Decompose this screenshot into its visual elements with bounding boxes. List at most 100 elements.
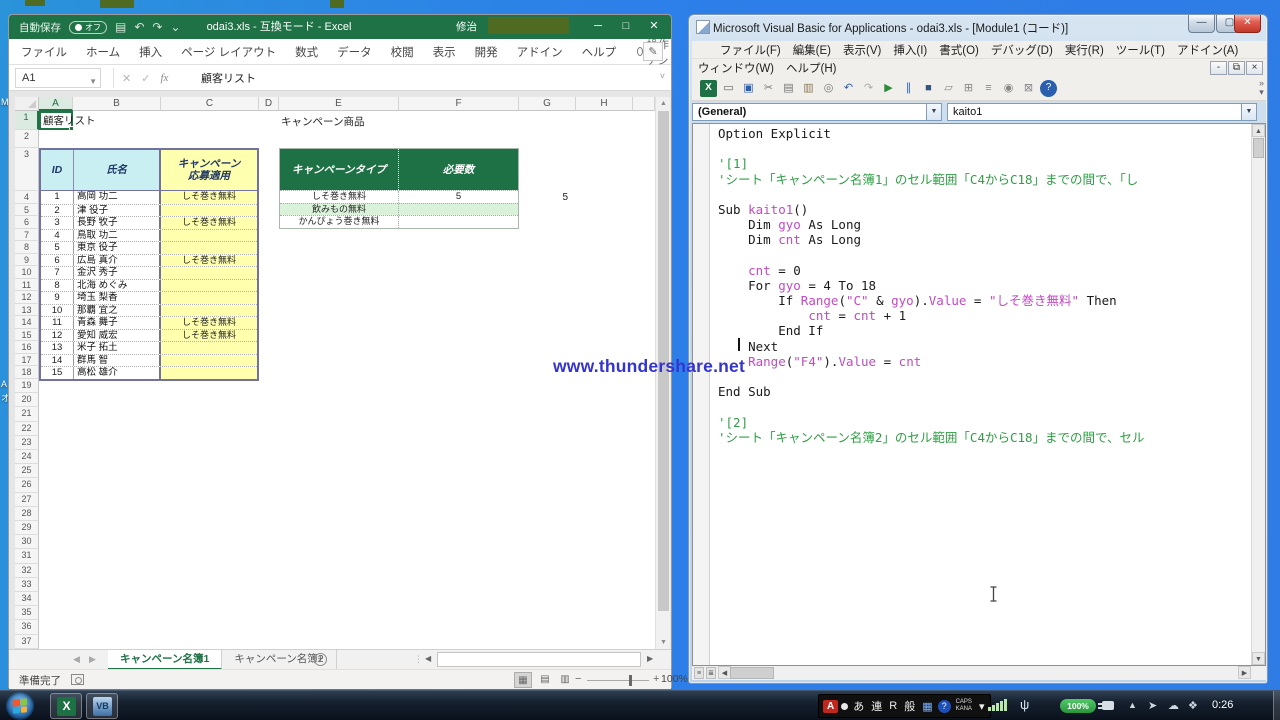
tray-expand-icon[interactable]: ▲: [1128, 700, 1137, 710]
ime-mode-1[interactable]: あ: [851, 697, 866, 715]
chevron-down-icon[interactable]: ▼: [1241, 104, 1256, 120]
cell-id[interactable]: 14: [41, 355, 74, 367]
row-header-3[interactable]: 3: [15, 148, 39, 191]
code-margin[interactable]: [693, 124, 710, 665]
ime-mode-3[interactable]: R: [887, 699, 899, 713]
add-sheet-icon[interactable]: +: [314, 653, 327, 666]
cell-name[interactable]: 東京 役子: [74, 242, 161, 254]
page-break-view-icon[interactable]: ▥: [556, 672, 574, 688]
cell-required-count[interactable]: [399, 204, 518, 216]
code-line[interactable]: 'シート「キャンペーン名簿2」のセル範囲「C4からC18」までの間で、セル: [718, 430, 1254, 445]
select-all-corner[interactable]: [15, 97, 39, 111]
battery-indicator[interactable]: 100%: [1060, 699, 1096, 713]
code-line[interactable]: [718, 369, 1254, 384]
zoom-out-icon[interactable]: −: [575, 673, 581, 685]
header-campaign-type[interactable]: キャンペーンタイプ: [280, 149, 399, 190]
cell-e1-label[interactable]: キャンペーン商品: [281, 114, 364, 129]
cell-id[interactable]: 4: [41, 230, 74, 242]
tray-pointer-icon[interactable]: ➤: [1148, 699, 1157, 712]
ime-help-icon[interactable]: ?: [938, 700, 951, 713]
cell-id[interactable]: 2: [41, 205, 74, 217]
cell-campaign[interactable]: [161, 230, 257, 242]
code-line[interactable]: Option Explicit: [718, 126, 1254, 141]
cell-campaign[interactable]: [161, 267, 257, 279]
chevron-down-icon[interactable]: ▼: [926, 104, 941, 120]
menu-item-1[interactable]: ファイル(F): [720, 42, 781, 58]
ribbon-tab-5[interactable]: 数式: [295, 44, 318, 60]
code-line[interactable]: [718, 248, 1254, 263]
cell-campaign[interactable]: しそ巻き無料: [161, 255, 257, 267]
row-header-33[interactable]: 33: [15, 578, 39, 592]
column-header-H[interactable]: H: [576, 97, 633, 111]
scroll-up-icon[interactable]: ▲: [656, 97, 671, 110]
row-header-29[interactable]: 29: [15, 521, 39, 535]
cell-campaign-type[interactable]: 飲みもの無料: [280, 204, 399, 216]
scroll-down-icon[interactable]: ▼: [656, 636, 671, 649]
mdi-close-icon[interactable]: ×: [1246, 61, 1263, 75]
row-header-36[interactable]: 36: [15, 620, 39, 634]
hscroll-thumb[interactable]: [437, 652, 641, 667]
cell-campaign[interactable]: [161, 355, 257, 367]
save-icon[interactable]: ▤: [115, 20, 126, 34]
cell-id[interactable]: 9: [41, 292, 74, 304]
taskbar-item-vba[interactable]: VB: [86, 693, 118, 719]
row-header-23[interactable]: 23: [15, 436, 39, 450]
code-line[interactable]: [718, 187, 1254, 202]
cell-id[interactable]: 13: [41, 342, 74, 354]
insert-function-icon[interactable]: fx: [160, 72, 168, 84]
column-header-A[interactable]: A: [39, 97, 73, 111]
zoom-in-icon[interactable]: +: [653, 673, 659, 685]
cell-id[interactable]: 8: [41, 280, 74, 292]
selected-cell-a1[interactable]: 顧客リスト: [39, 111, 73, 130]
taskbar-clock[interactable]: 0:26: [1212, 699, 1233, 711]
cell-campaign[interactable]: [161, 342, 257, 354]
enter-icon[interactable]: ✓: [141, 72, 150, 85]
cell-id[interactable]: 15: [41, 367, 74, 379]
vba-find-icon[interactable]: ◎: [820, 80, 837, 97]
signal-strength-icon[interactable]: [988, 699, 1007, 711]
row-header-11[interactable]: 11: [15, 279, 39, 292]
row-header-20[interactable]: 20: [15, 393, 39, 407]
ime-mode-4[interactable]: 般: [902, 697, 917, 715]
hscroll-right-icon[interactable]: ▶: [647, 654, 653, 663]
cell-name[interactable]: 高松 雄介: [74, 367, 161, 379]
row-header-2[interactable]: 2: [15, 130, 39, 148]
ime-app-icon[interactable]: A: [823, 700, 838, 713]
scrollbar-thumb[interactable]: [730, 667, 774, 679]
cancel-icon[interactable]: ✕: [122, 72, 131, 85]
header-id[interactable]: ID: [41, 150, 74, 190]
row-header-17[interactable]: 17: [15, 354, 39, 367]
menu-item-2[interactable]: 編集(E): [793, 42, 831, 58]
cell-name[interactable]: 鳥取 功二: [74, 230, 161, 242]
row-header-7[interactable]: 7: [15, 229, 39, 242]
code-line[interactable]: If Range("C" & gyo).Value = "しそ巻き無料" The…: [718, 293, 1254, 308]
zoom-slider[interactable]: [587, 680, 649, 681]
feedback-icon[interactable]: ✎: [643, 42, 663, 61]
cell-name[interactable]: 高岡 功二: [74, 191, 161, 204]
code-line[interactable]: 'シート「キャンペーン名簿1」のセル範囲「C4からC18」までの間で、「し: [718, 172, 1254, 187]
row-header-12[interactable]: 12: [15, 291, 39, 304]
row-header-25[interactable]: 25: [15, 464, 39, 478]
cell-name[interactable]: 長野 牧子: [74, 217, 161, 229]
row-header-5[interactable]: 5: [15, 204, 39, 217]
vba-properties-icon[interactable]: ≡: [980, 80, 997, 97]
mdi-minimize-icon[interactable]: -: [1210, 61, 1227, 75]
code-line[interactable]: Dim gyo As Long: [718, 217, 1254, 232]
vba-undo-icon[interactable]: ↶: [840, 80, 857, 97]
cell-name[interactable]: 愛知 威宏: [74, 330, 161, 342]
code-line[interactable]: End Sub: [718, 384, 1254, 399]
cell-name[interactable]: 那覇 宜之: [74, 305, 161, 317]
column-header-E[interactable]: E: [279, 97, 399, 111]
mdi-restore-icon[interactable]: ⧉: [1228, 61, 1245, 75]
code-line[interactable]: [718, 141, 1254, 156]
cell-campaign[interactable]: [161, 280, 257, 292]
row-header-34[interactable]: 34: [15, 592, 39, 606]
row-header-18[interactable]: 18: [15, 366, 39, 379]
vba-view-excel-icon[interactable]: X: [700, 80, 717, 97]
row-header-26[interactable]: 26: [15, 478, 39, 492]
normal-view-icon[interactable]: ▦: [514, 672, 532, 688]
row-header-8[interactable]: 8: [15, 241, 39, 254]
ribbon-tab-4[interactable]: ページ レイアウト: [181, 44, 276, 60]
cell-name[interactable]: 北海 めぐみ: [74, 280, 161, 292]
cell-id[interactable]: 7: [41, 267, 74, 279]
